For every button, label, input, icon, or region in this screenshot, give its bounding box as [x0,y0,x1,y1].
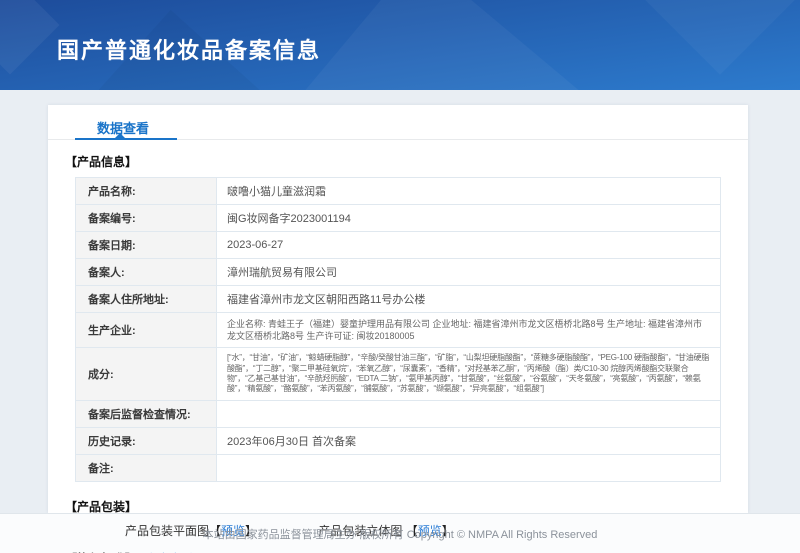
row-value: [“水”，“甘油”，“矿油”，“鲸蜡硬脂醇”，“辛酸/癸酸甘油三酯”，“矿脂”，… [217,348,721,401]
row-label: 成分: [76,348,217,401]
row-label: 备案人: [76,259,217,286]
header-decoration [635,0,800,75]
row-value: 闽G妆网备字2023001194 [217,205,721,232]
page-footer: 本站由国家药品监督管理局主办 版权所有 Copyright © NMPA All… [0,513,800,553]
table-row: 产品名称: 啵噜小猫儿童滋润霜 [76,178,721,205]
table-row: 备注: [76,454,721,481]
packaging-flat-label: 产品包装平面图 [125,524,209,538]
row-label: 生产企业: [76,313,217,348]
tab-bar: 数据查看 [48,105,748,140]
product-info-heading: 【产品信息】 [65,153,748,170]
row-value [217,454,721,481]
data-card: 数据查看 【产品信息】 产品名称: 啵噜小猫儿童滋润霜 备案编号: 闽G妆网备字… [48,105,748,513]
header-decoration [303,0,618,90]
table-row: 备案日期: 2023-06-27 [76,232,721,259]
page-title: 国产普通化妆品备案信息 [57,33,321,65]
row-label: 备案人住所地址: [76,286,217,313]
row-label: 备案编号: [76,205,217,232]
row-label: 备案后监督检查情况: [76,400,217,427]
row-label: 备注: [76,454,217,481]
row-value: 2023年06月30日 首次备案 [217,427,721,454]
row-label: 历史记录: [76,427,217,454]
copyright-text: 本站由国家药品监督管理局主办 版权所有 Copyright © NMPA All… [203,529,598,541]
row-value: 企业名称: 青蛙王子（福建）婴童护理用品有限公司 企业地址: 福建省漳州市龙文区… [217,313,721,348]
row-label: 产品名称: [76,178,217,205]
row-value: 啵噜小猫儿童滋润霜 [217,178,721,205]
table-row: 历史记录: 2023年06月30日 首次备案 [76,427,721,454]
tab-active-underline [75,138,177,140]
table-row: 备案编号: 闽G妆网备字2023001194 [76,205,721,232]
table-row: 成分: [“水”，“甘油”，“矿油”，“鲸蜡硬脂醇”，“辛酸/癸酸甘油三酯”，“… [76,348,721,401]
row-label: 备案日期: [76,232,217,259]
tab-active-indicator-icon [115,133,125,138]
page-header: 国产普通化妆品备案信息 [0,0,800,90]
main-content: 数据查看 【产品信息】 产品名称: 啵噜小猫儿童滋润霜 备案编号: 闽G妆网备字… [0,90,800,513]
row-value [217,400,721,427]
row-value: 2023-06-27 [217,232,721,259]
product-info-table: 产品名称: 啵噜小猫儿童滋润霜 备案编号: 闽G妆网备字2023001194 备… [75,177,721,482]
table-row: 生产企业: 企业名称: 青蛙王子（福建）婴童护理用品有限公司 企业地址: 福建省… [76,313,721,348]
table-row: 备案人住所地址: 福建省漳州市龙文区朝阳西路11号办公楼 [76,286,721,313]
table-row: 备案人: 漳州瑞航贸易有限公司 [76,259,721,286]
header-decoration [0,0,59,74]
table-row: 备案后监督检查情况: [76,400,721,427]
row-value: 福建省漳州市龙文区朝阳西路11号办公楼 [217,286,721,313]
row-value: 漳州瑞航贸易有限公司 [217,259,721,286]
